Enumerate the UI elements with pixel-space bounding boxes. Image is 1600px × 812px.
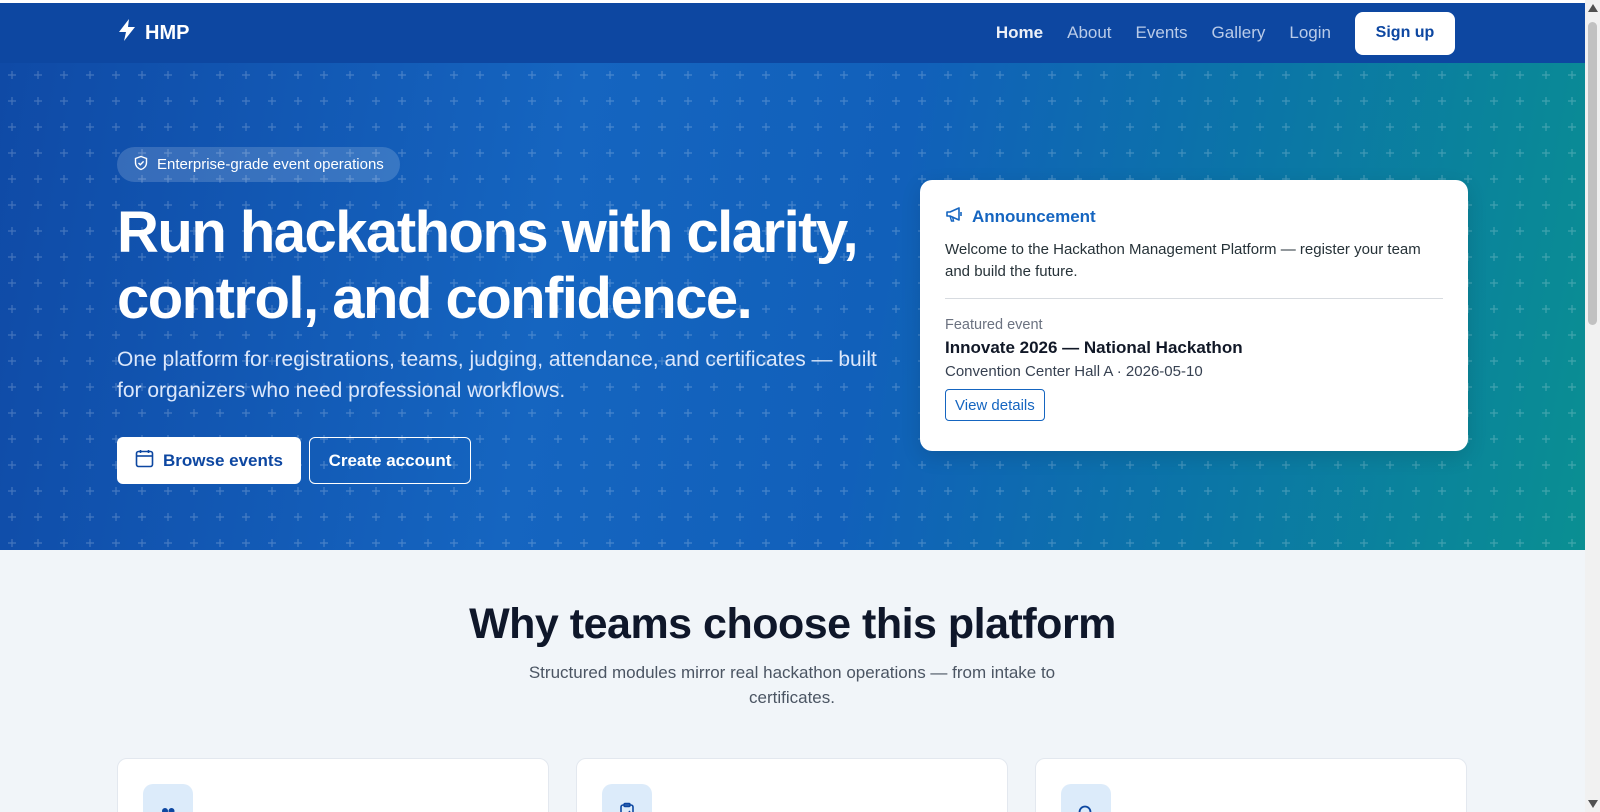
nav-links: Home About Events Gallery Login Sign up [972,3,1455,63]
hero-badge: Enterprise-grade event operations [117,147,400,182]
featured-event-label: Featured event [945,317,1043,333]
brand-link[interactable]: HMP [117,3,189,63]
brand-name: HMP [145,21,190,44]
nav-link-login[interactable]: Login [1289,23,1331,43]
announcement-text: Welcome to the Hackathon Management Plat… [945,241,1421,280]
feature-card-judging [1035,758,1467,812]
scrollbar-thumb[interactable] [1588,22,1597,325]
create-account-button[interactable]: Create account [309,437,471,484]
calendar-icon [135,449,154,473]
shield-check-icon [133,155,149,175]
browse-events-label: Browse events [163,450,283,470]
nav-link-events[interactable]: Events [1136,23,1188,43]
nav-link-home[interactable]: Home [996,23,1043,43]
page-scrollbar[interactable] [1585,0,1600,812]
why-section-subtitle: Structured modules mirror real hackathon… [528,663,1056,707]
announcement-heading: Announcement [945,206,1443,228]
nav-link-gallery[interactable]: Gallery [1212,23,1266,43]
hero-badge-label: Enterprise-grade event operations [157,156,384,173]
announcement-card: Announcement Welcome to the Hackathon Ma… [920,180,1468,451]
hero-section: Enterprise-grade event operations Run ha… [0,63,1585,550]
clipboard-icon [602,784,652,812]
browse-events-button[interactable]: Browse events [117,437,301,484]
view-details-button[interactable]: View details [945,389,1045,421]
feature-card-registrations [576,758,1008,812]
people-icon [143,784,193,812]
navbar: HMP Home About Events Gallery Login Sign… [0,3,1585,63]
scroll-down-arrow-icon[interactable] [1588,800,1598,808]
signup-button[interactable]: Sign up [1355,11,1455,55]
scroll-up-arrow-icon[interactable] [1588,4,1598,12]
announcement-heading-label: Announcement [972,207,1096,226]
megaphone-icon [945,206,964,228]
hero-title: Run hackathons with clarity, control, an… [117,200,859,331]
hero-subtitle: One platform for registrations, teams, j… [117,348,877,402]
featured-event-title: Innovate 2026 — National Hackathon [945,338,1243,357]
page: HMP Home About Events Gallery Login Sign… [0,0,1585,812]
announcement-divider [945,298,1443,299]
bolt-icon [117,19,137,47]
featured-event-meta: Convention Center Hall A · 2026-05-10 [945,363,1203,380]
feature-card-teams [117,758,549,812]
why-section-title: Why teams choose this platform [469,600,1116,648]
search-icon [1061,784,1111,812]
nav-link-about[interactable]: About [1067,23,1111,43]
